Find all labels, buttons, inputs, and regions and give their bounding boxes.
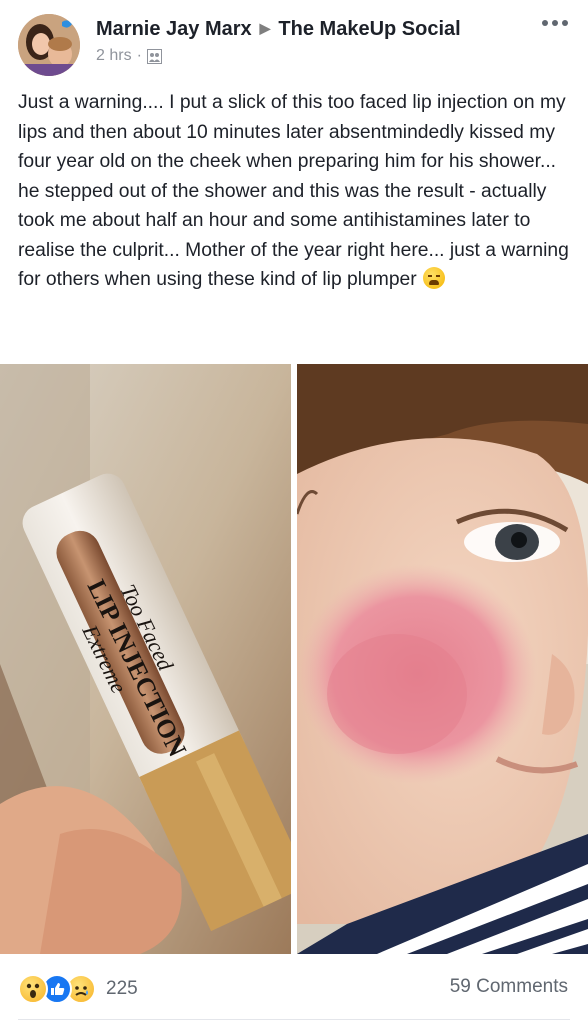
reaction-summary[interactable]: 225 bbox=[18, 974, 138, 1004]
post-body: Just a warning.... I put a slick of this… bbox=[18, 92, 569, 290]
reaction-count: 225 bbox=[106, 978, 138, 999]
photo-child-cheek[interactable] bbox=[297, 364, 588, 954]
post-footer: 225 59 Comments bbox=[0, 960, 588, 1020]
group-privacy-icon bbox=[146, 48, 162, 64]
child-cheek-photo bbox=[297, 364, 588, 954]
meta-separator: · bbox=[136, 47, 142, 64]
photo-grid: Too Faced LIP INJECTION Extreme bbox=[0, 364, 588, 954]
footer-divider bbox=[18, 1019, 570, 1020]
photo-lip-injection[interactable]: Too Faced LIP INJECTION Extreme bbox=[0, 364, 291, 954]
avatar[interactable] bbox=[18, 14, 80, 76]
group-name[interactable]: The MakeUp Social bbox=[278, 18, 460, 40]
post-header: Marnie Jay Marx ▶ The MakeUp Social 2 hrs … bbox=[0, 0, 588, 82]
post-meta: 2 hrs · bbox=[96, 47, 162, 65]
wow-reaction-icon bbox=[18, 974, 48, 1004]
tired-face-emoji-icon bbox=[422, 267, 445, 289]
avatar-photo bbox=[18, 14, 80, 76]
right-arrow-icon: ▶ bbox=[259, 20, 271, 36]
post-time[interactable]: 2 hrs bbox=[96, 47, 132, 65]
lip-injection-photo: Too Faced LIP INJECTION Extreme bbox=[0, 364, 291, 954]
post-text: Just a warning.... I put a slick of this… bbox=[18, 88, 574, 295]
author-line: Marnie Jay Marx ▶ The MakeUp Social bbox=[96, 18, 461, 41]
author-name[interactable]: Marnie Jay Marx bbox=[96, 18, 252, 40]
more-options-icon[interactable] bbox=[542, 20, 568, 26]
comments-count[interactable]: 59 Comments bbox=[450, 976, 568, 998]
